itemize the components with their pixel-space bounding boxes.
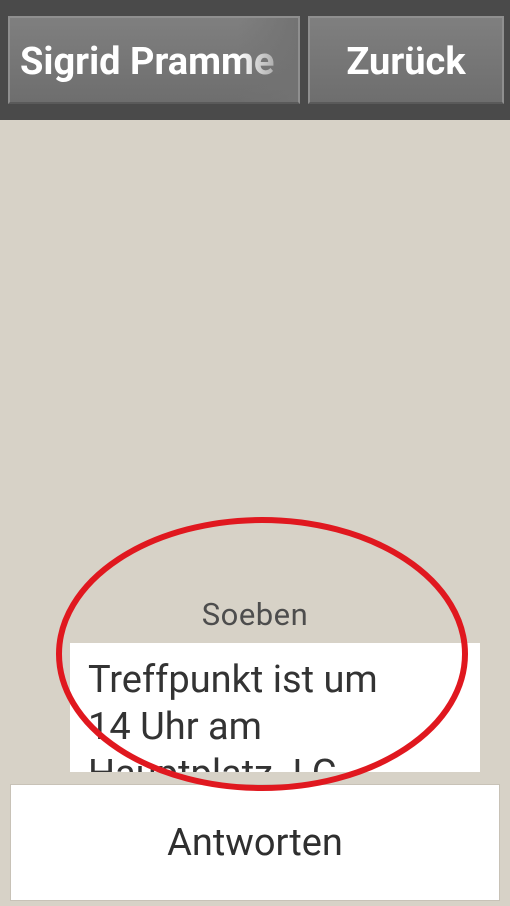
- back-button-label: Zurück: [346, 40, 466, 84]
- bottom-bar: Antworten: [0, 772, 510, 906]
- conversation-area: Soeben Treffpunkt ist um 14 Uhr am Haupt…: [0, 120, 510, 890]
- back-button[interactable]: Zurück: [308, 16, 504, 104]
- top-bar: Sigrid Pramme Zurück: [0, 0, 510, 120]
- contact-name-fade: [238, 18, 298, 102]
- contact-name-label: Sigrid Pramme: [20, 40, 275, 84]
- contact-name-button[interactable]: Sigrid Pramme: [8, 16, 300, 104]
- reply-button[interactable]: Antworten: [10, 784, 500, 901]
- message-timestamp: Soeben: [201, 596, 309, 633]
- reply-button-label: Antworten: [167, 821, 343, 865]
